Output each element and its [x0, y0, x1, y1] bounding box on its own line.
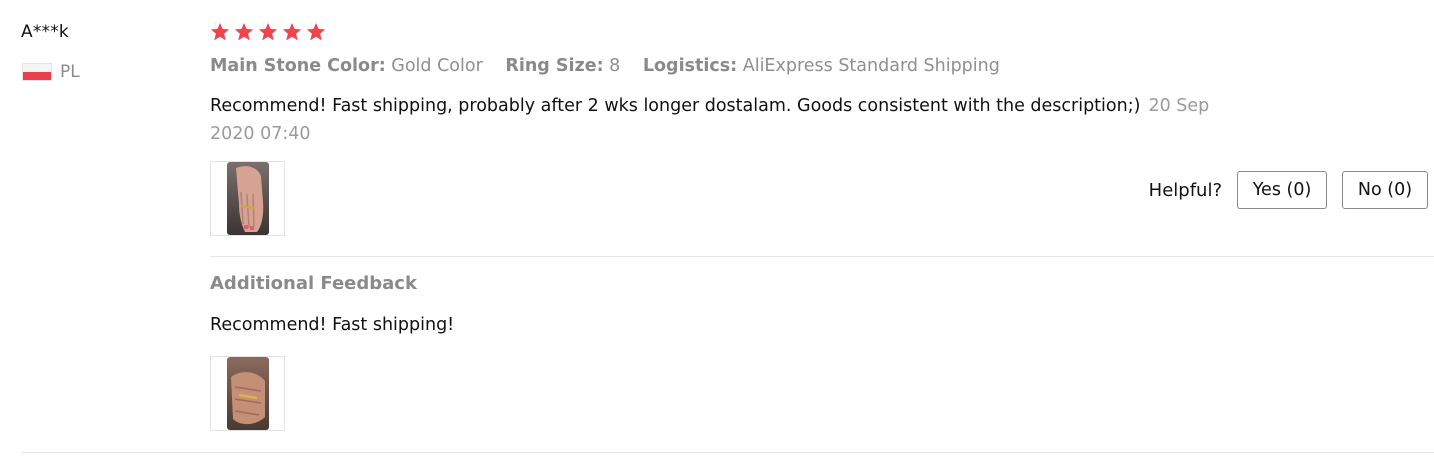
review-item: A***k PL Main Stone Color: Gold Color Ri…	[0, 0, 1434, 472]
star-icon	[258, 23, 278, 41]
additional-feedback-title: Additional Feedback	[210, 273, 417, 294]
product-attributes: Main Stone Color: Gold Color Ring Size: …	[210, 56, 1017, 76]
star-rating	[210, 22, 326, 42]
reviewer-name: A***k	[21, 22, 69, 42]
helpful-yes-button[interactable]: Yes (0)	[1237, 171, 1327, 209]
additional-feedback-text: Recommend! Fast shipping!	[210, 315, 455, 335]
helpful-no-button[interactable]: No (0)	[1342, 171, 1428, 209]
review-text: Recommend! Fast shipping, probably after…	[210, 96, 1141, 116]
star-icon	[210, 23, 230, 41]
poland-flag-icon	[22, 63, 52, 81]
star-icon	[234, 23, 254, 41]
review-photo-hand-ring	[226, 162, 269, 235]
helpful-vote: Helpful? Yes (0) No (0)	[1149, 171, 1428, 209]
country-code: PL	[60, 62, 80, 82]
review-photo-thumbnail[interactable]	[210, 161, 285, 236]
bottom-divider	[21, 452, 1434, 453]
star-icon	[282, 23, 302, 41]
star-icon	[306, 23, 326, 41]
additional-photo-thumbnail[interactable]	[210, 356, 285, 431]
attribute-ring-size: Ring Size: 8	[505, 56, 621, 76]
helpful-label: Helpful?	[1148, 179, 1222, 201]
review-body: Recommend! Fast shipping, probably after…	[210, 92, 1250, 148]
additional-photo-hand-ring	[226, 357, 269, 430]
attribute-main-stone-color: Main Stone Color: Gold Color	[210, 56, 483, 76]
reviewer-country: PL	[22, 62, 80, 82]
attribute-logistics: Logistics: AliExpress Standard Shipping	[642, 56, 1000, 76]
divider	[210, 256, 1434, 257]
